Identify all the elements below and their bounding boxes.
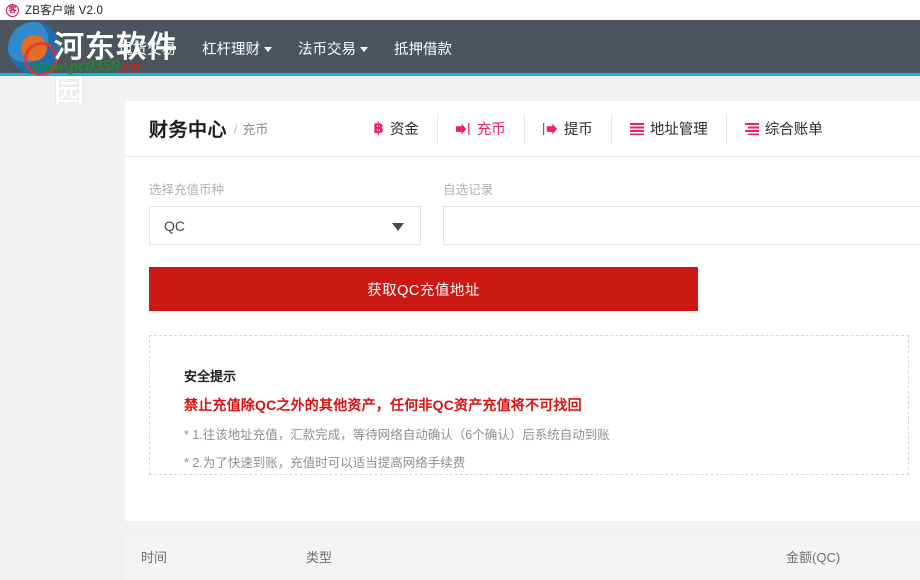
notice-item: * 1.往该地址充值，汇款完成，等待网络自动确认（6个确认）后系统自动到账: [184, 428, 610, 442]
tab-address-management[interactable]: 地址管理: [612, 113, 727, 144]
app-window: 客 ZB客户端 V2.0 现货交易 杠杆理财 法币交易 抵押借款 河东软件园 w…: [0, 0, 920, 580]
bitcoin-icon: ฿: [373, 119, 384, 137]
column-header-type: 类型: [306, 550, 333, 565]
nav-item-margin-finance[interactable]: 杠杆理财: [202, 38, 272, 59]
record-field: 自选记录: [443, 179, 920, 245]
record-label: 自选记录: [443, 183, 494, 197]
page-title: 财务中心: [149, 120, 228, 141]
nav-items: 现货交易 杠杆理财 法币交易 抵押借款: [118, 20, 452, 76]
tab-deposit[interactable]: 充币: [438, 113, 525, 144]
nav-item-label: 法币交易: [298, 41, 356, 58]
window-title: ZB客户端 V2.0: [25, 5, 104, 17]
sign-out-arrow-icon: [542, 122, 558, 136]
finance-tabs: ฿ 资金 充币 提币 地址管理 综合账单: [355, 101, 840, 157]
chevron-down-icon: [264, 47, 272, 52]
window-titlebar: 客 ZB客户端 V2.0: [0, 0, 920, 20]
breadcrumb-separator: /: [234, 121, 238, 136]
nav-item-label: 杠杆理财: [202, 41, 260, 58]
currency-label: 选择充值币种: [149, 183, 225, 197]
nav-item-fiat-trading[interactable]: 法币交易: [298, 38, 368, 59]
tab-funds[interactable]: ฿ 资金: [355, 113, 438, 144]
notice-warning: 禁止充值除QC之外的其他资产，任何非QC资产充值将不可找回: [184, 397, 582, 413]
records-table-header: 时间 类型 金额(QC): [125, 533, 920, 580]
column-header-amount: 金额(QC): [786, 550, 841, 565]
finance-center-card: 财务中心 / 充币 ฿ 资金 充币 提币 地址管理 综合账单 选择充值币种 QC…: [125, 101, 920, 521]
zb-circle-icon: 客: [6, 3, 19, 17]
chevron-down-icon: [360, 47, 368, 52]
security-notice: 安全提示 禁止充值除QC之外的其他资产，任何非QC资产充值将不可找回 * 1.往…: [149, 335, 909, 475]
tab-label: 地址管理: [649, 122, 708, 138]
notice-item: * 2.为了快速到账，充值时可以适当提高网络手续费: [184, 456, 466, 470]
tab-withdraw[interactable]: 提币: [525, 113, 612, 144]
tab-label: 综合账单: [764, 122, 823, 138]
currency-select[interactable]: QC: [149, 206, 422, 245]
currency-selected-value: QC: [164, 217, 185, 234]
nav-item-collateral-loan[interactable]: 抵押借款: [394, 38, 452, 59]
get-deposit-address-button[interactable]: 获取QC充值地址: [149, 267, 698, 311]
tab-label: 资金: [389, 122, 419, 138]
column-header-time: 时间: [141, 550, 168, 565]
notice-title: 安全提示: [184, 369, 237, 384]
tab-combined-bill[interactable]: 综合账单: [727, 114, 841, 144]
tab-label: 提币: [563, 122, 593, 138]
nav-item-label: 现货交易: [118, 41, 176, 58]
breadcrumb-current: 充币: [242, 122, 269, 137]
currency-field: 选择充值币种 QC: [149, 179, 422, 245]
tab-label: 充币: [476, 122, 506, 138]
deposit-form: 选择充值币种 QC 自选记录: [125, 157, 920, 245]
list-icon: [629, 122, 644, 135]
nav-item-spot-trading[interactable]: 现货交易: [118, 38, 176, 59]
card-header: 财务中心 / 充币 ฿ 资金 充币 提币 地址管理 综合账单: [125, 101, 920, 157]
record-input-wrap[interactable]: [443, 206, 920, 245]
sign-in-arrow-icon: [455, 122, 471, 136]
chevron-down-icon: [392, 223, 405, 231]
main-navbar: 现货交易 杠杆理财 法币交易 抵押借款: [0, 20, 920, 76]
nav-item-label: 抵押借款: [394, 41, 452, 58]
list-alt-icon: [744, 122, 759, 135]
